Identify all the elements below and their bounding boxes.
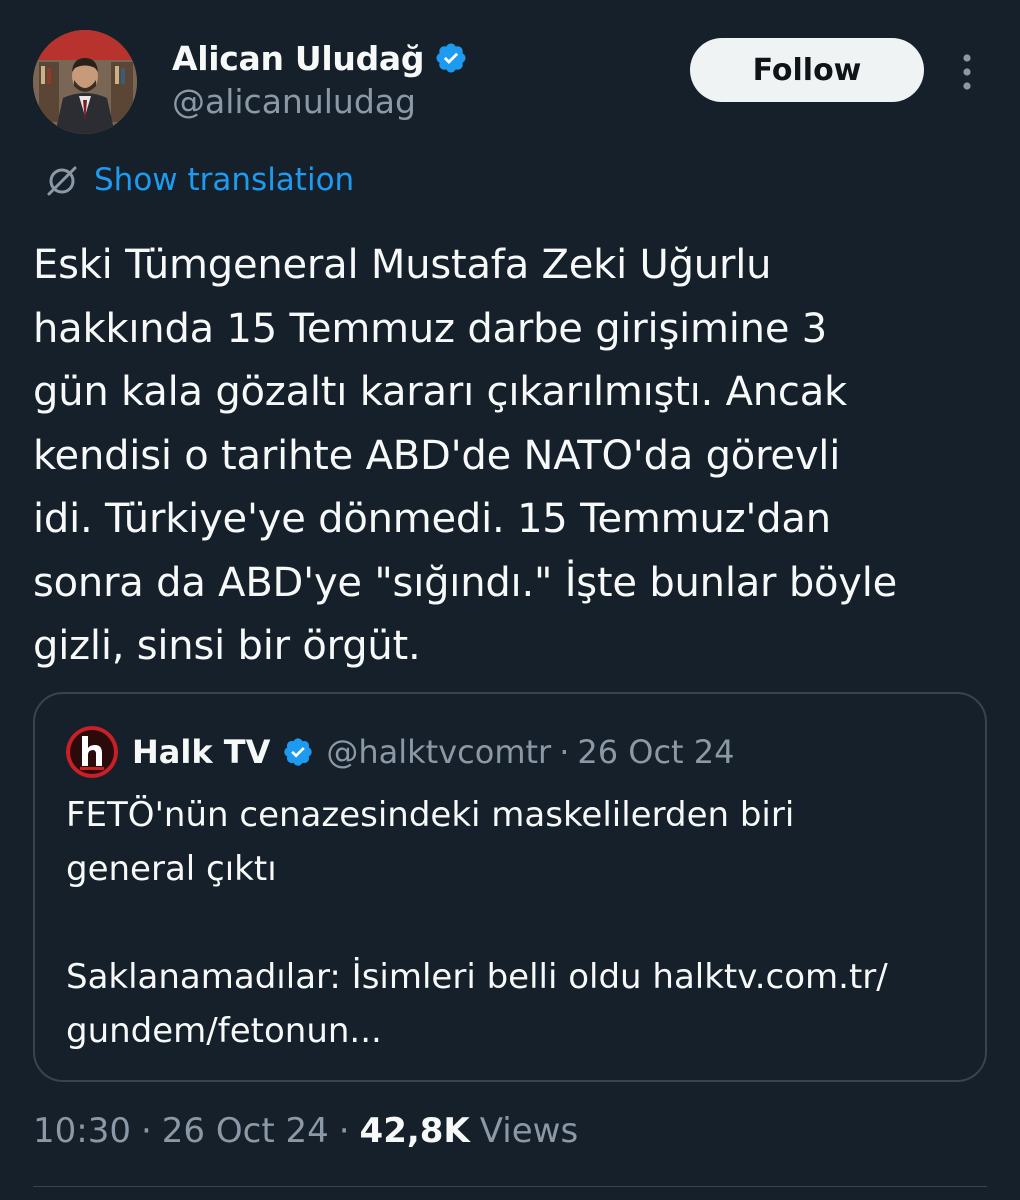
tweet-date[interactable]: 26 Oct 24 xyxy=(162,1111,329,1151)
verified-badge-icon xyxy=(284,738,313,766)
quoted-tweet-text: FETÖ'nün cenazesindeki maskelilerden bir… xyxy=(66,788,966,1058)
translate-icon xyxy=(47,166,77,196)
tweet-meta-row: 10:30 · 26 Oct 24 · 42,8K Views xyxy=(33,1106,578,1156)
show-translation-link[interactable]: Show translation xyxy=(44,158,354,202)
show-translation-label[interactable]: Show translation xyxy=(94,162,354,198)
quoted-text-line: FETÖ'nün cenazesindeki maskelilerden bir… xyxy=(66,795,795,835)
quoted-author-handle[interactable]: @halktvcomtr xyxy=(326,733,551,771)
quoted-author-avatar[interactable] xyxy=(66,726,118,778)
views-count[interactable]: 42,8K xyxy=(360,1111,470,1151)
views-label[interactable]: Views xyxy=(480,1111,578,1151)
quoted-text-line: Saklanamadılar: İsimleri belli oldu halk… xyxy=(66,957,888,997)
quoted-text-line: general çıktı xyxy=(66,849,277,889)
author-name-row[interactable]: Alican Uludağ xyxy=(172,36,468,80)
author-avatar[interactable] xyxy=(33,30,137,134)
divider xyxy=(33,1186,987,1187)
follow-button[interactable]: Follow xyxy=(690,38,924,102)
author-handle[interactable]: @alicanuludag xyxy=(172,82,416,121)
quoted-text-line: gundem/fetonun... xyxy=(66,1011,382,1051)
quoted-tweet-date[interactable]: 26 Oct 24 xyxy=(577,733,734,771)
separator-dot: · xyxy=(338,1111,350,1151)
quoted-author-name[interactable]: Halk TV xyxy=(132,733,270,771)
author-display-name[interactable]: Alican Uludağ xyxy=(172,39,425,78)
tweet-text: Eski Tümgeneral Mustafa Zeki Uğurlu hakk… xyxy=(33,242,898,669)
separator-dot: · xyxy=(140,1111,152,1151)
quoted-tweet-card[interactable]: Halk TV @halktvcomtr · 26 Oct 24 FETÖ'nü… xyxy=(33,692,987,1082)
quoted-tweet-header: Halk TV @halktvcomtr · 26 Oct 24 xyxy=(66,724,734,780)
tweet-page: Alican Uludağ @alicanuludag Follow Show … xyxy=(0,0,1020,1200)
separator-dot: · xyxy=(559,733,570,771)
more-vertical-icon[interactable] xyxy=(955,52,979,92)
tweet-time[interactable]: 10:30 xyxy=(33,1111,131,1151)
verified-badge-icon xyxy=(436,43,466,73)
